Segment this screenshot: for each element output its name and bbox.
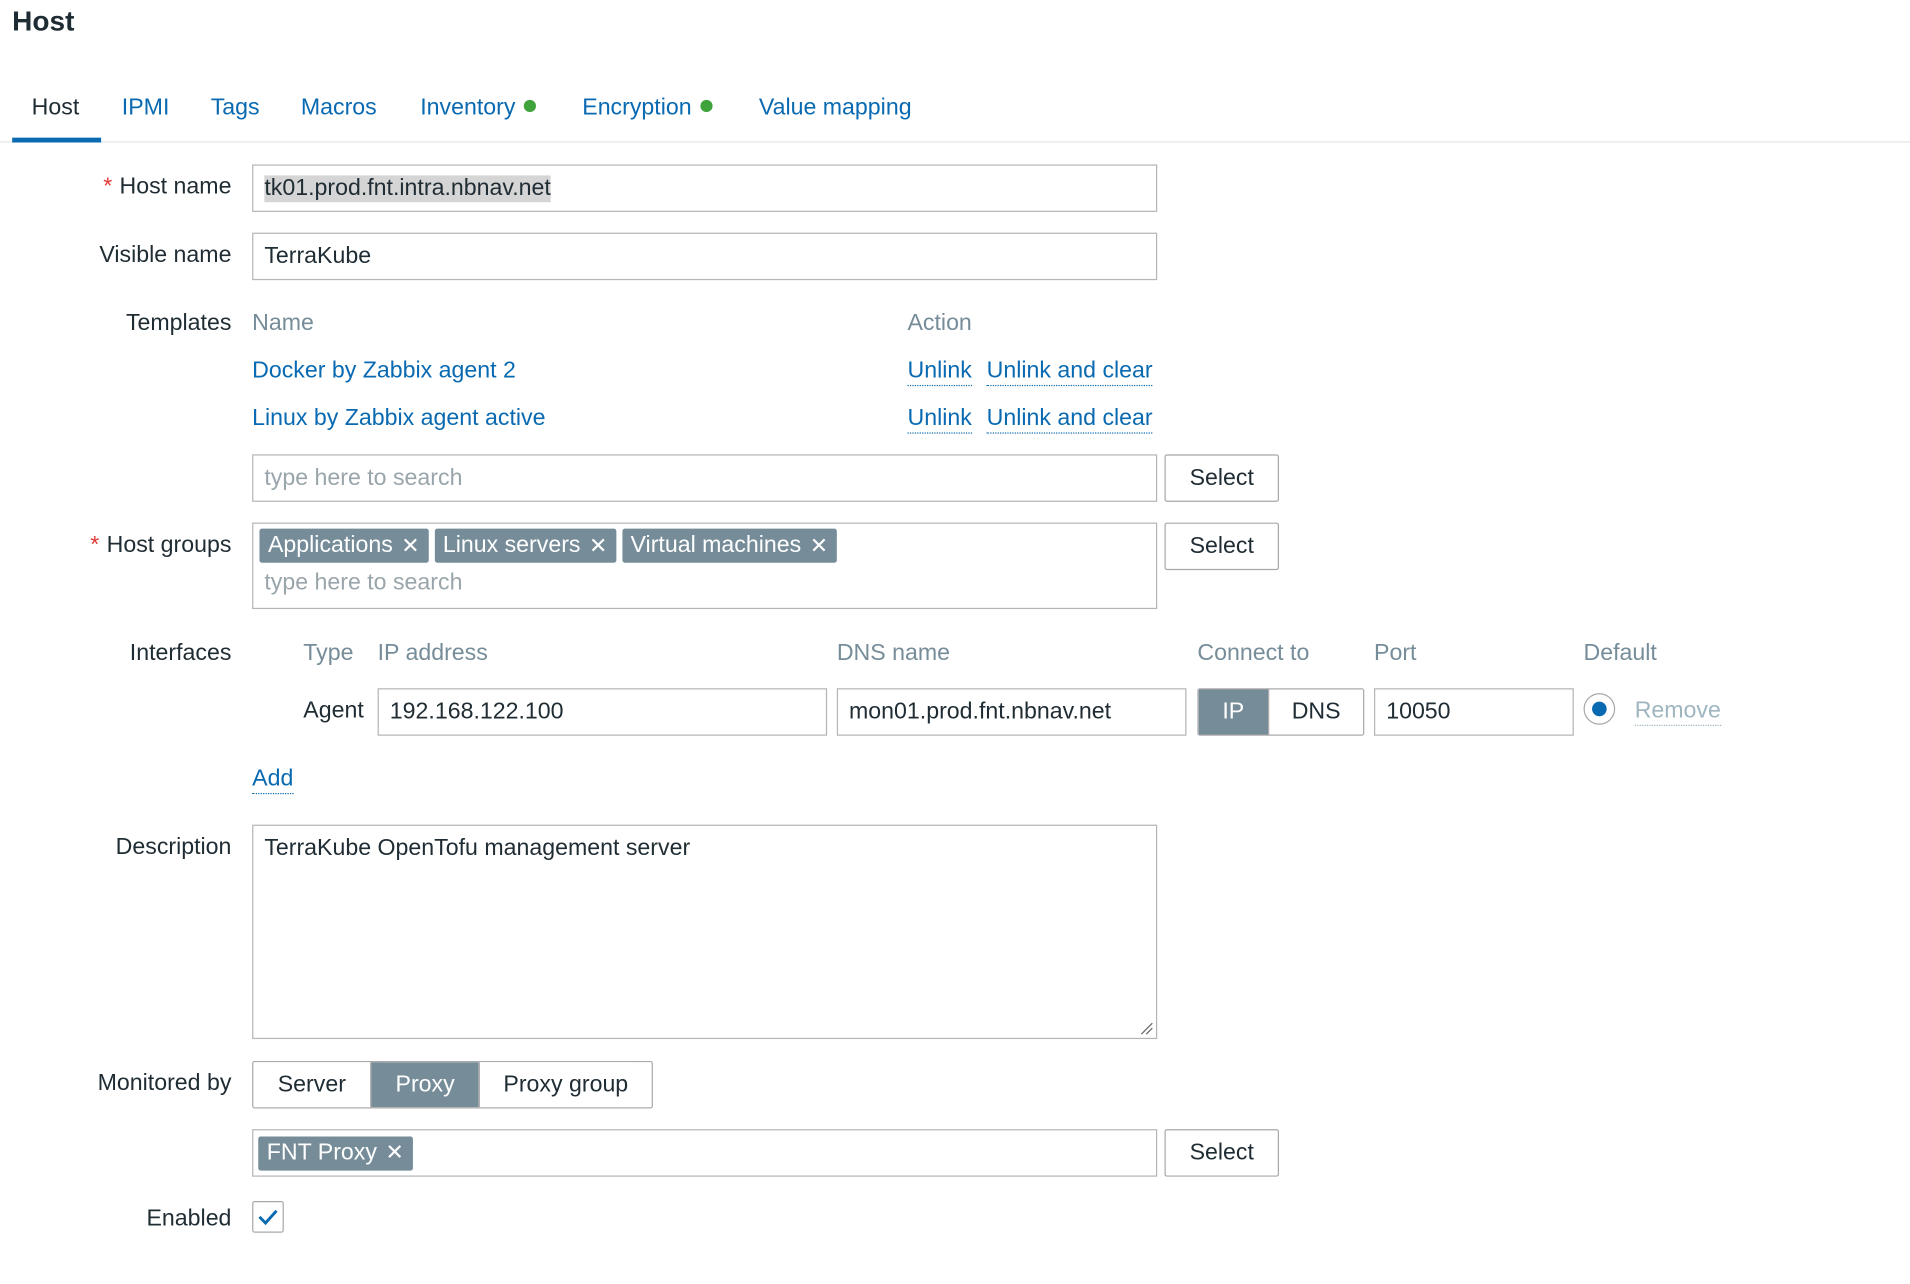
host-name-label: * Host name	[103, 174, 232, 200]
host-group-chip: Applications ✕	[259, 528, 429, 563]
description-value: TerraKube OpenTofu management server	[264, 835, 691, 862]
tab-encryption[interactable]: Encryption	[582, 95, 713, 122]
interface-type: Agent	[303, 697, 364, 724]
connect-dns-option[interactable]: DNS	[1268, 689, 1364, 735]
interfaces-add-link[interactable]: Add	[252, 766, 293, 795]
monitored-by-toggle: Server Proxy Proxy group	[252, 1060, 653, 1109]
description-textarea[interactable]: TerraKube OpenTofu management server	[252, 824, 1158, 1040]
tab-macros[interactable]: Macros	[301, 95, 377, 122]
host-groups-select-button[interactable]: Select	[1164, 522, 1280, 571]
tab-host[interactable]: Host	[32, 95, 80, 122]
inventory-status-dot-icon	[523, 99, 537, 113]
interfaces-type-header: Type	[303, 640, 354, 667]
templates-select-button[interactable]: Select	[1164, 454, 1280, 502]
monitored-by-label: Monitored by	[97, 1070, 232, 1097]
connect-ip-option[interactable]: IP	[1198, 689, 1269, 735]
enabled-checkbox[interactable]	[252, 1201, 284, 1233]
host-name-value: tk01.prod.fnt.intra.nbnav.net	[264, 174, 551, 202]
tabs-divider	[0, 141, 1910, 143]
encryption-status-dot-icon	[700, 99, 713, 113]
templates-label: Templates	[125, 310, 232, 337]
interfaces-ip-header: IP address	[377, 640, 488, 667]
host-group-chip: Linux servers ✕	[434, 528, 616, 563]
page-title: Host	[12, 4, 75, 37]
interfaces-connect-header: Connect to	[1197, 640, 1310, 667]
templates-name-header: Name	[252, 310, 314, 337]
proxy-select-button[interactable]: Select	[1164, 1129, 1280, 1177]
template-unlink-clear-docker[interactable]: Unlink and clear	[986, 358, 1153, 387]
tab-encryption-label: Encryption	[582, 95, 692, 121]
required-mark: *	[103, 174, 113, 200]
visible-name-label: Visible name	[99, 242, 232, 268]
interfaces-default-header: Default	[1583, 640, 1657, 667]
resize-handle-icon[interactable]	[1139, 1021, 1154, 1036]
tab-inventory-label: Inventory	[420, 95, 516, 121]
proxy-chip: FNT Proxy ✕	[258, 1135, 413, 1170]
host-groups-multiselect[interactable]: Applications ✕ Linux servers ✕ Virtual mac…	[252, 522, 1158, 610]
monitored-by-proxy-option[interactable]: Proxy	[370, 1062, 479, 1108]
remove-chip-icon[interactable]: ✕	[589, 533, 607, 559]
tab-ipmi[interactable]: IPMI	[122, 95, 170, 122]
description-label: Description	[115, 834, 232, 860]
interfaces-label: Interfaces	[129, 640, 232, 667]
visible-name-input[interactable]: TerraKube	[252, 232, 1158, 281]
interface-dns-input[interactable]: mon01.prod.fnt.nbnav.net	[836, 688, 1187, 736]
host-group-chip: Virtual machines ✕	[622, 528, 837, 563]
template-unlink-docker[interactable]: Unlink	[907, 358, 972, 387]
template-link-docker[interactable]: Docker by Zabbix agent 2	[252, 358, 516, 385]
checkmark-icon	[258, 1209, 278, 1226]
proxy-multiselect[interactable]: FNT Proxy ✕	[252, 1129, 1158, 1177]
tab-tags[interactable]: Tags	[211, 95, 260, 122]
monitored-by-server-option[interactable]: Server	[253, 1062, 371, 1108]
interfaces-dns-header: DNS name	[836, 640, 951, 667]
remove-chip-icon[interactable]: ✕	[385, 1140, 403, 1166]
remove-chip-icon[interactable]: ✕	[401, 533, 419, 559]
template-link-linux[interactable]: Linux by Zabbix agent active	[252, 406, 545, 433]
interface-remove-link[interactable]: Remove	[1634, 697, 1721, 726]
templates-action-header: Action	[907, 310, 972, 337]
monitored-by-proxy-group-option[interactable]: Proxy group	[478, 1062, 652, 1108]
interface-connect-toggle: IP DNS	[1197, 688, 1365, 736]
interface-default-radio[interactable]	[1583, 693, 1616, 725]
interface-port-input[interactable]: 10050	[1374, 688, 1574, 736]
visible-name-value: TerraKube	[264, 243, 372, 269]
tab-inventory[interactable]: Inventory	[420, 95, 537, 122]
host-groups-label: * Host groups	[90, 532, 232, 558]
active-tab-indicator	[12, 137, 102, 143]
radio-selected-dot	[1592, 701, 1607, 717]
interface-ip-input[interactable]: 192.168.122.100	[377, 688, 828, 736]
templates-search-placeholder: type here to search	[264, 464, 463, 491]
required-mark: *	[90, 532, 100, 558]
remove-chip-icon[interactable]: ✕	[810, 533, 828, 559]
host-name-input[interactable]: tk01.prod.fnt.intra.nbnav.net	[252, 164, 1158, 212]
templates-search-input[interactable]: type here to search	[252, 454, 1158, 502]
enabled-label: Enabled	[146, 1205, 232, 1232]
tab-value-mapping[interactable]: Value mapping	[759, 95, 912, 122]
template-unlink-linux[interactable]: Unlink	[907, 405, 972, 434]
template-unlink-clear-linux[interactable]: Unlink and clear	[986, 405, 1153, 434]
interfaces-port-header: Port	[1374, 640, 1417, 667]
host-groups-search-placeholder[interactable]: type here to search	[259, 570, 1149, 597]
